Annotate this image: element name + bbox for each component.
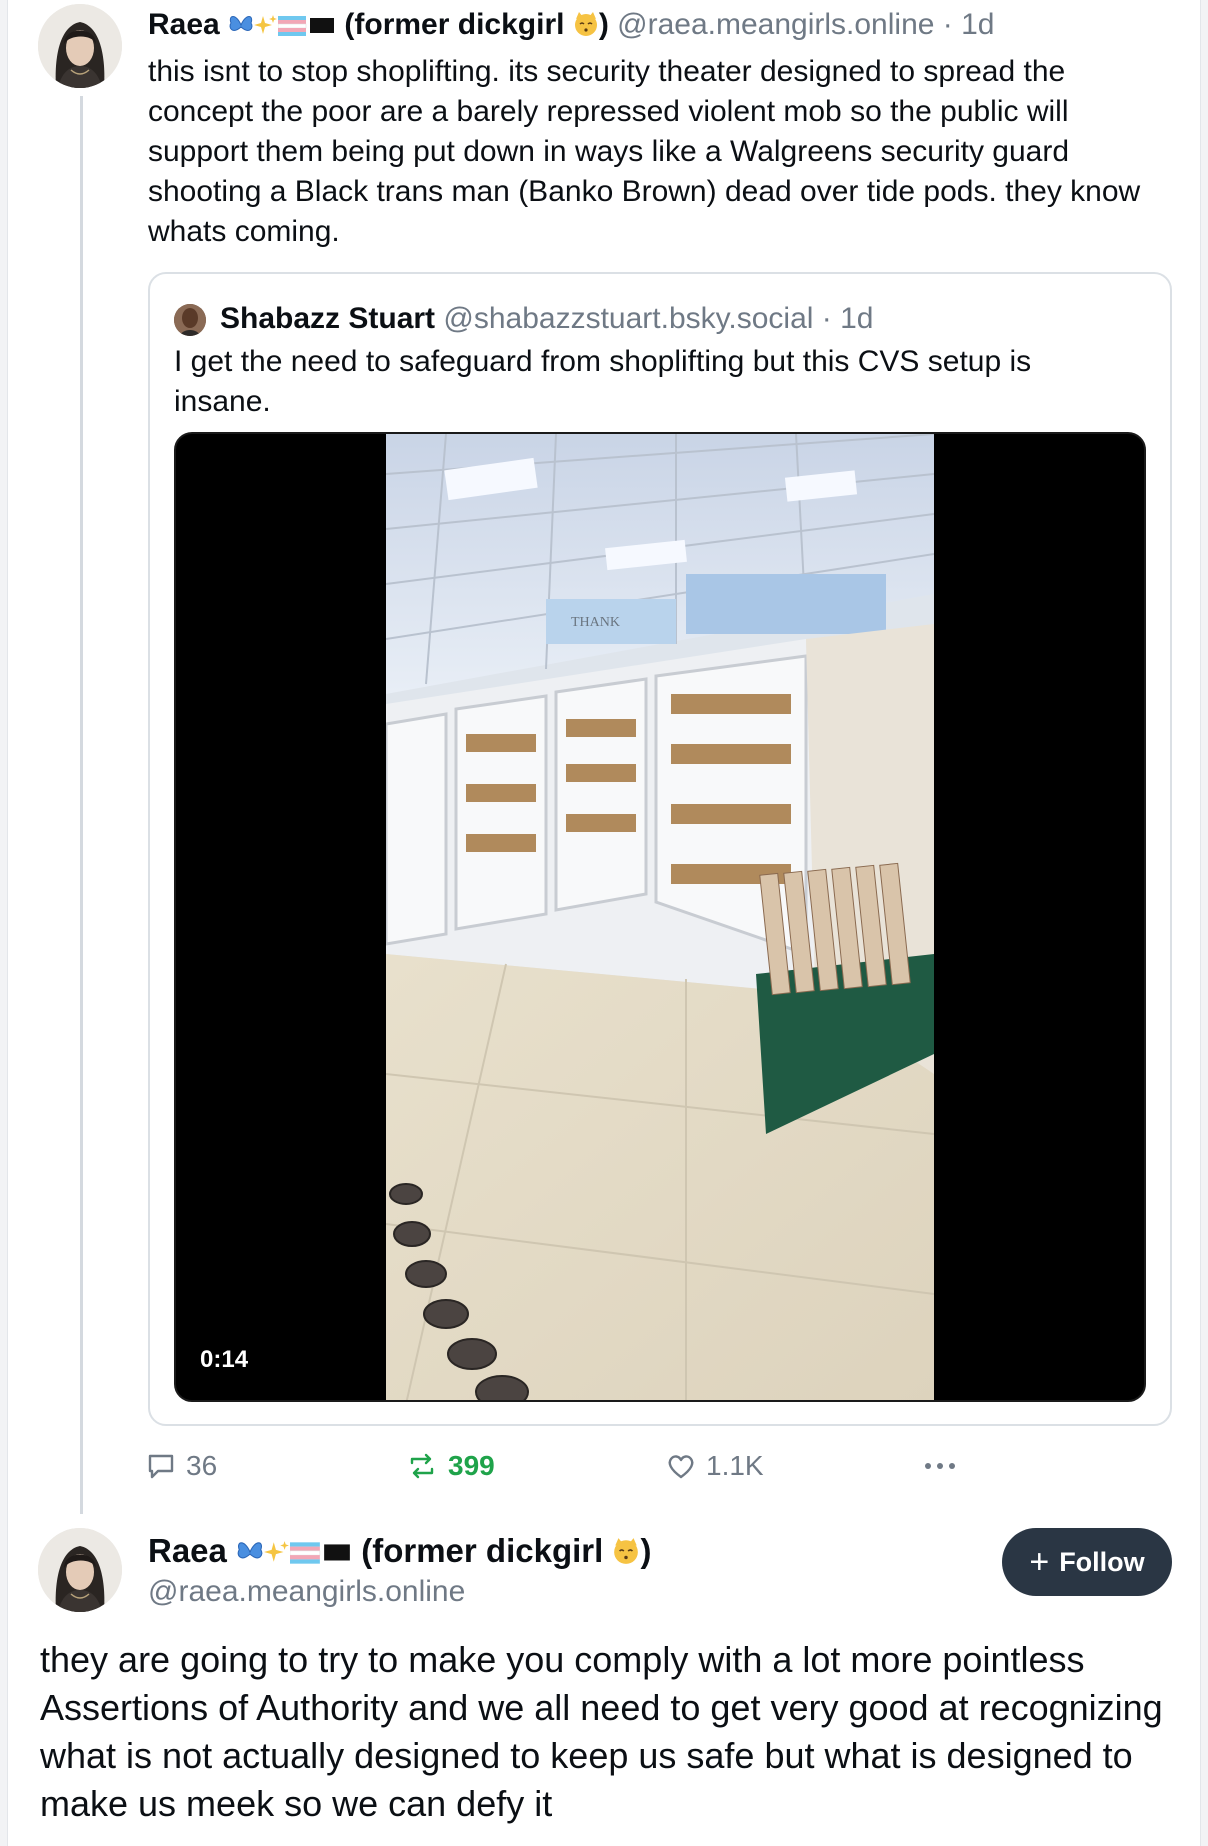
black-flag-emoji <box>322 1533 352 1575</box>
repost-count: 399 <box>448 1450 495 1481</box>
thread-connector-line <box>80 96 83 1514</box>
more-options-button[interactable] <box>922 1446 968 1486</box>
kissing-cat-emoji <box>612 1533 640 1575</box>
quote-author-name[interactable]: Shabazz Stuart <box>220 302 435 335</box>
repost-icon <box>410 1453 434 1479</box>
quote-text: I get the need to safeguard from shoplif… <box>174 345 1032 418</box>
post-time[interactable]: · 1d <box>943 8 995 41</box>
ellipsis-icon <box>925 1463 955 1469</box>
author-handle[interactable]: @raea.meangirls.online <box>617 8 934 41</box>
avatar-image <box>38 1528 122 1612</box>
plus-icon: + <box>1029 1543 1050 1581</box>
video-player[interactable]: THANK 0:14 <box>174 432 1146 1402</box>
reply-button[interactable]: 36 <box>146 1446 217 1486</box>
reply-count: 36 <box>186 1450 218 1481</box>
author-name-close: ) <box>640 1532 652 1569</box>
author-name[interactable]: Raea <box>148 8 220 41</box>
author-handle[interactable]: @raea.meangirls.online <box>148 1572 465 1612</box>
quote-time[interactable]: · 1d <box>822 302 874 335</box>
quote-header: Shabazz Stuart @shabazzstuart.bsky.socia… <box>220 300 874 338</box>
follow-label: Follow <box>1059 1546 1145 1577</box>
video-sign-text: THANK <box>571 615 620 630</box>
like-count: 1.1K <box>706 1450 764 1481</box>
author-name-suffix: (former dickgirl <box>344 8 565 41</box>
follow-button[interactable]: + Follow <box>1002 1528 1172 1596</box>
author-name-close: ) <box>598 8 609 41</box>
post-text: they are going to try to make you comply… <box>40 1639 1163 1824</box>
avatar[interactable] <box>38 1528 122 1612</box>
kissing-cat-emoji <box>573 9 599 47</box>
video-frame: THANK <box>386 434 934 1400</box>
video-duration: 0:14 <box>200 1346 249 1373</box>
quote-avatar-image <box>174 304 206 336</box>
sparkles-emoji <box>254 9 278 47</box>
repost-button[interactable]: 399 <box>406 1446 495 1486</box>
trans-flag-emoji <box>289 1533 322 1575</box>
quote-author-handle[interactable]: @shabazzstuart.bsky.social <box>443 302 813 335</box>
reply-icon <box>148 1454 174 1479</box>
post-header: Raea (former dickgirl ) @raea.meangirls.… <box>148 6 995 47</box>
avatar-image <box>38 4 122 88</box>
black-flag-emoji <box>308 9 336 47</box>
quote-post-card[interactable]: Shabazz Stuart @shabazzstuart.bsky.socia… <box>148 272 1172 1426</box>
post-text: this isnt to stop shoplifting. its secur… <box>148 55 1141 248</box>
author-name[interactable]: Raea <box>148 1532 227 1569</box>
quote-avatar[interactable] <box>174 304 206 336</box>
author-name-suffix: (former dickgirl <box>361 1532 604 1569</box>
avatar[interactable] <box>38 4 122 88</box>
trans-flag-emoji <box>277 9 308 47</box>
butterfly-emoji <box>236 1533 264 1575</box>
sparkles-emoji <box>264 1533 290 1575</box>
butterfly-emoji <box>228 9 254 47</box>
like-button[interactable]: 1.1K <box>666 1446 764 1486</box>
window-frame-right <box>1200 0 1208 1846</box>
heart-icon <box>668 1455 694 1479</box>
window-frame-left <box>0 0 8 1846</box>
author-name-line: Raea (former dickgirl ) <box>148 1530 651 1575</box>
